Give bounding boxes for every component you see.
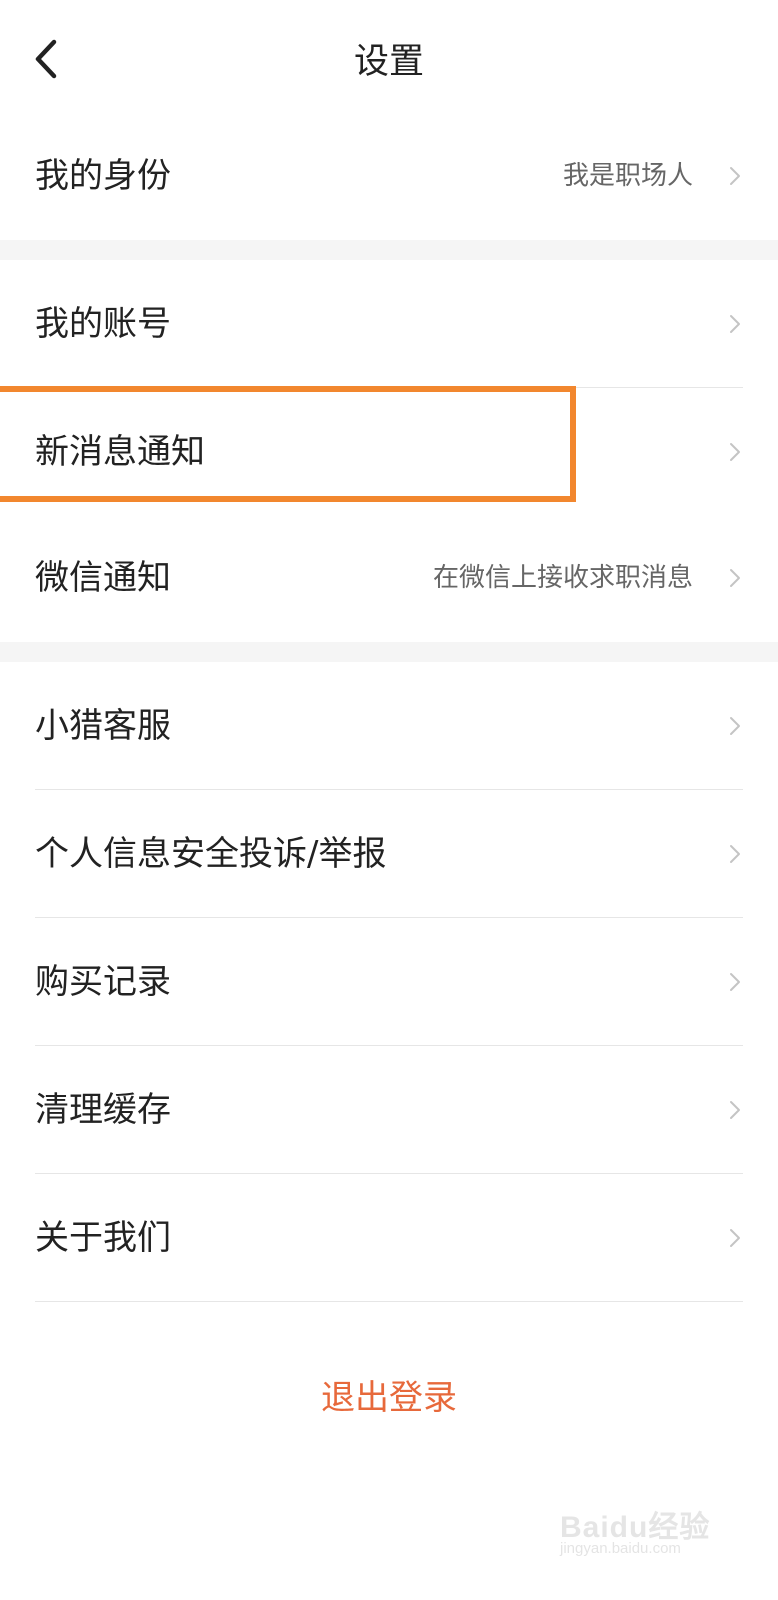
row-label: 微信通知 [35, 558, 171, 598]
settings-row-identity[interactable]: 我的身份 我是职场人 [0, 112, 778, 240]
chevron-right-icon [728, 971, 742, 993]
section-divider [0, 240, 778, 260]
settings-row-clear-cache[interactable]: 清理缓存 [0, 1046, 778, 1174]
section-divider [0, 642, 778, 662]
row-label: 我的身份 [35, 156, 171, 196]
row-value: 在微信上接收求职消息 [432, 563, 693, 593]
settings-row-purchase-history[interactable]: 购买记录 [0, 918, 778, 1046]
row-label: 个人信息安全投诉/举报 [35, 834, 387, 874]
chevron-right-icon [728, 313, 742, 335]
row-label: 小猎客服 [35, 706, 171, 746]
chevron-right-icon [728, 1227, 742, 1249]
settings-row-about-us[interactable]: 关于我们 [0, 1174, 778, 1302]
settings-row-wechat-notification[interactable]: 微信通知 在微信上接收求职消息 [0, 514, 778, 642]
chevron-right-icon [728, 1099, 742, 1121]
row-label: 清理缓存 [35, 1090, 171, 1130]
row-divider [35, 1301, 743, 1302]
chevron-right-icon [728, 567, 742, 589]
row-label: 新消息通知 [35, 432, 205, 472]
top-bar: 设置 [0, 0, 778, 120]
settings-row-customer-service[interactable]: 小猎客服 [0, 662, 778, 790]
settings-row-new-message-notification[interactable]: 新消息通知 [0, 388, 778, 516]
chevron-right-icon [728, 441, 742, 463]
chevron-right-icon [728, 715, 742, 737]
logout-button[interactable]: 退出登录 [0, 1370, 778, 1426]
chevron-right-icon [728, 843, 742, 865]
watermark-url: jingyan.baidu.com [560, 1540, 681, 1557]
page-title: 设置 [353, 42, 424, 82]
settings-row-account[interactable]: 我的账号 [0, 260, 778, 388]
row-label: 我的账号 [35, 304, 171, 344]
watermark: Baidu经验 jingyan.baidu.com [560, 1502, 720, 1562]
chevron-right-icon [728, 165, 742, 187]
settings-row-privacy-report[interactable]: 个人信息安全投诉/举报 [0, 790, 778, 918]
row-value: 我是职场人 [562, 161, 693, 191]
row-label: 购买记录 [35, 962, 171, 1002]
row-label: 关于我们 [35, 1218, 171, 1258]
